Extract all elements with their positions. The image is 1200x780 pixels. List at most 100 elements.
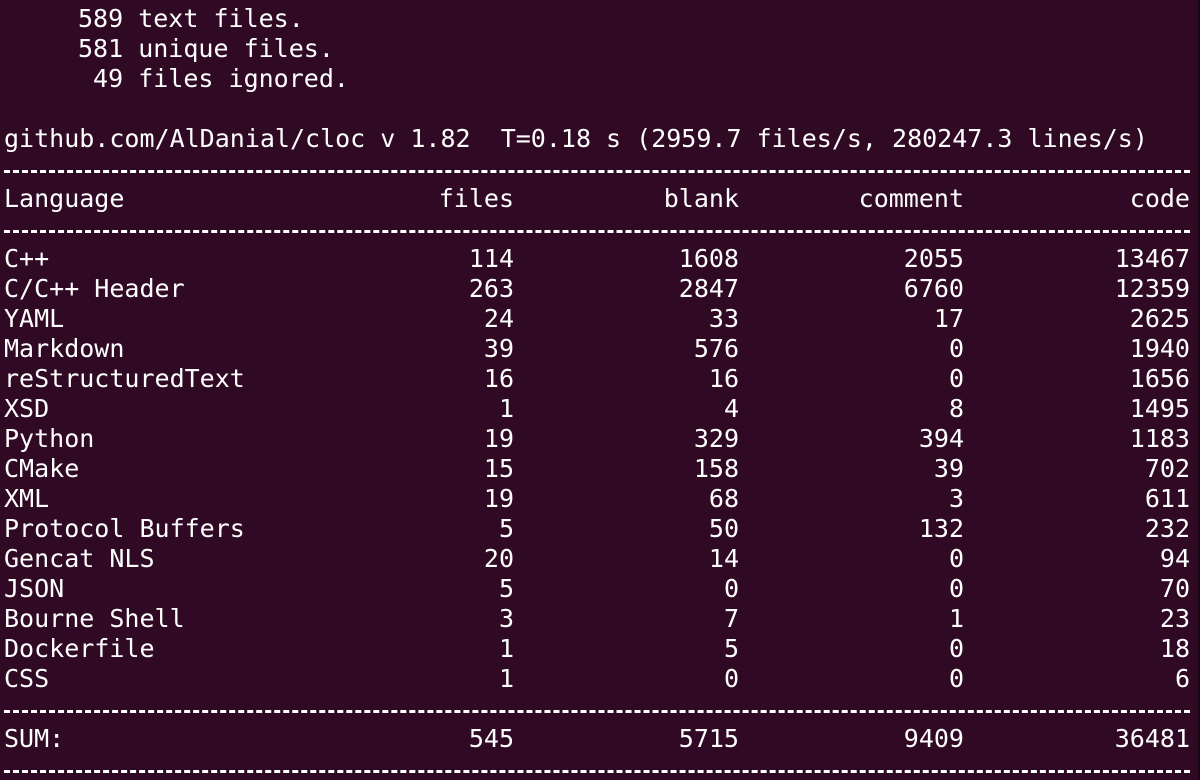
files-cell: 1 (498, 664, 514, 693)
language-cell: XSD (4, 394, 50, 423)
sum-label: SUM: (4, 724, 65, 753)
comment-cell: 0 (948, 664, 964, 693)
blank-cell: 7 (723, 604, 739, 633)
sum-blank-cell: 5715 (678, 724, 739, 753)
files-cell: 15 (483, 454, 514, 483)
blank-cell: 68 (708, 484, 739, 513)
blank-cell: 33 (708, 304, 739, 333)
blank-cell: 576 (693, 334, 739, 363)
blank-cell: 1608 (678, 244, 739, 273)
language-cell: C++ (4, 244, 50, 273)
code-cell: 23 (1159, 604, 1190, 633)
comment-cell: 3 (948, 484, 964, 513)
files-cell: 16 (483, 364, 514, 393)
comment-cell: 1 (948, 604, 964, 633)
table-row: YAML 24 33 17 2625 (4, 304, 1190, 334)
blank-cell: 329 (693, 424, 739, 453)
code-cell: 13467 (1114, 244, 1190, 273)
unique-files-summary: 581 unique files. (78, 34, 334, 63)
blank-cell: 5 (723, 634, 739, 663)
table-row: XML 19 68 3 611 (4, 484, 1190, 514)
files-cell: 20 (483, 544, 514, 573)
blank-cell: 2847 (678, 274, 739, 303)
language-cell: JSON (4, 574, 65, 603)
code-cell: 12359 (1114, 274, 1190, 303)
files-cell: 39 (483, 334, 514, 363)
code-cell: 232 (1144, 514, 1190, 543)
table-row: Protocol Buffers 5 50 132 232 (4, 514, 1190, 544)
table-top-rule (4, 170, 1190, 173)
language-cell: CSS (4, 664, 50, 693)
sum-row: SUM: 545 5715 9409 36481 (4, 724, 1190, 754)
blank-cell: 16 (708, 364, 739, 393)
column-header-files: files (438, 184, 514, 213)
table-row: Markdown 39 576 0 1940 (4, 334, 1190, 364)
files-cell: 19 (483, 424, 514, 453)
files-cell: 114 (468, 244, 514, 273)
code-cell: 2625 (1129, 304, 1190, 333)
files-cell: 1 (498, 634, 514, 663)
code-cell: 1940 (1129, 334, 1190, 363)
column-header-blank: blank (663, 184, 739, 213)
cloc-version-line: github.com/AlDanial/cloc v 1.82 T=0.18 s… (4, 124, 1148, 153)
table-row: Python 19 329 394 1183 (4, 424, 1190, 454)
code-cell: 1495 (1129, 394, 1190, 423)
language-cell: YAML (4, 304, 65, 333)
files-cell: 3 (498, 604, 514, 633)
files-cell: 263 (468, 274, 514, 303)
blank-cell: 0 (723, 664, 739, 693)
code-cell: 70 (1159, 574, 1190, 603)
comment-cell: 17 (933, 304, 964, 333)
code-cell: 1183 (1129, 424, 1190, 453)
files-cell: 5 (498, 574, 514, 603)
table-row: Gencat NLS 20 14 0 94 (4, 544, 1190, 574)
table-bottom-rule (4, 770, 1190, 773)
files-cell: 5 (498, 514, 514, 543)
comment-cell: 132 (918, 514, 964, 543)
table-row: CSS 1 0 0 6 (4, 664, 1190, 694)
code-cell: 18 (1159, 634, 1190, 663)
comment-cell: 8 (948, 394, 964, 423)
blank-cell: 158 (693, 454, 739, 483)
files-cell: 1 (498, 394, 514, 423)
language-cell: reStructuredText (4, 364, 245, 393)
language-cell: Python (4, 424, 95, 453)
table-row: reStructuredText 16 16 0 1656 (4, 364, 1190, 394)
sum-code-cell: 36481 (1114, 724, 1190, 753)
blank-cell: 14 (708, 544, 739, 573)
table-header-rule (4, 230, 1190, 233)
language-cell: Markdown (4, 334, 125, 363)
text-files-summary: 589 text files. (78, 4, 304, 33)
language-cell: CMake (4, 454, 80, 483)
code-cell: 6 (1174, 664, 1190, 693)
language-cell: Protocol Buffers (4, 514, 245, 543)
code-cell: 94 (1159, 544, 1190, 573)
column-header-language: Language (4, 184, 125, 213)
language-cell: XML (4, 484, 50, 513)
blank-cell: 50 (708, 514, 739, 543)
code-cell: 611 (1144, 484, 1190, 513)
code-cell: 1656 (1129, 364, 1190, 393)
terminal-window[interactable]: 589 text files. 581 unique files. 49 fil… (0, 0, 1200, 780)
comment-cell: 0 (948, 574, 964, 603)
table-row: JSON 5 0 0 70 (4, 574, 1190, 604)
comment-cell: 0 (948, 334, 964, 363)
language-cell: Gencat NLS (4, 544, 155, 573)
blank-cell: 0 (723, 574, 739, 603)
table-row: C/C++ Header 263 2847 6760 12359 (4, 274, 1190, 304)
column-header-comment: comment (858, 184, 964, 213)
table-row: Dockerfile 1 5 0 18 (4, 634, 1190, 664)
comment-cell: 39 (933, 454, 964, 483)
table-row: Bourne Shell 3 7 1 23 (4, 604, 1190, 634)
sum-comment-cell: 9409 (903, 724, 964, 753)
comment-cell: 0 (948, 364, 964, 393)
table-sum-rule (4, 710, 1190, 713)
files-cell: 19 (483, 484, 514, 513)
table-row: XSD 1 4 8 1495 (4, 394, 1190, 424)
comment-cell: 394 (918, 424, 964, 453)
sum-files-cell: 545 (468, 724, 514, 753)
comment-cell: 0 (948, 544, 964, 573)
language-cell: Dockerfile (4, 634, 155, 663)
comment-cell: 6760 (903, 274, 964, 303)
column-header-code: code (1129, 184, 1190, 213)
